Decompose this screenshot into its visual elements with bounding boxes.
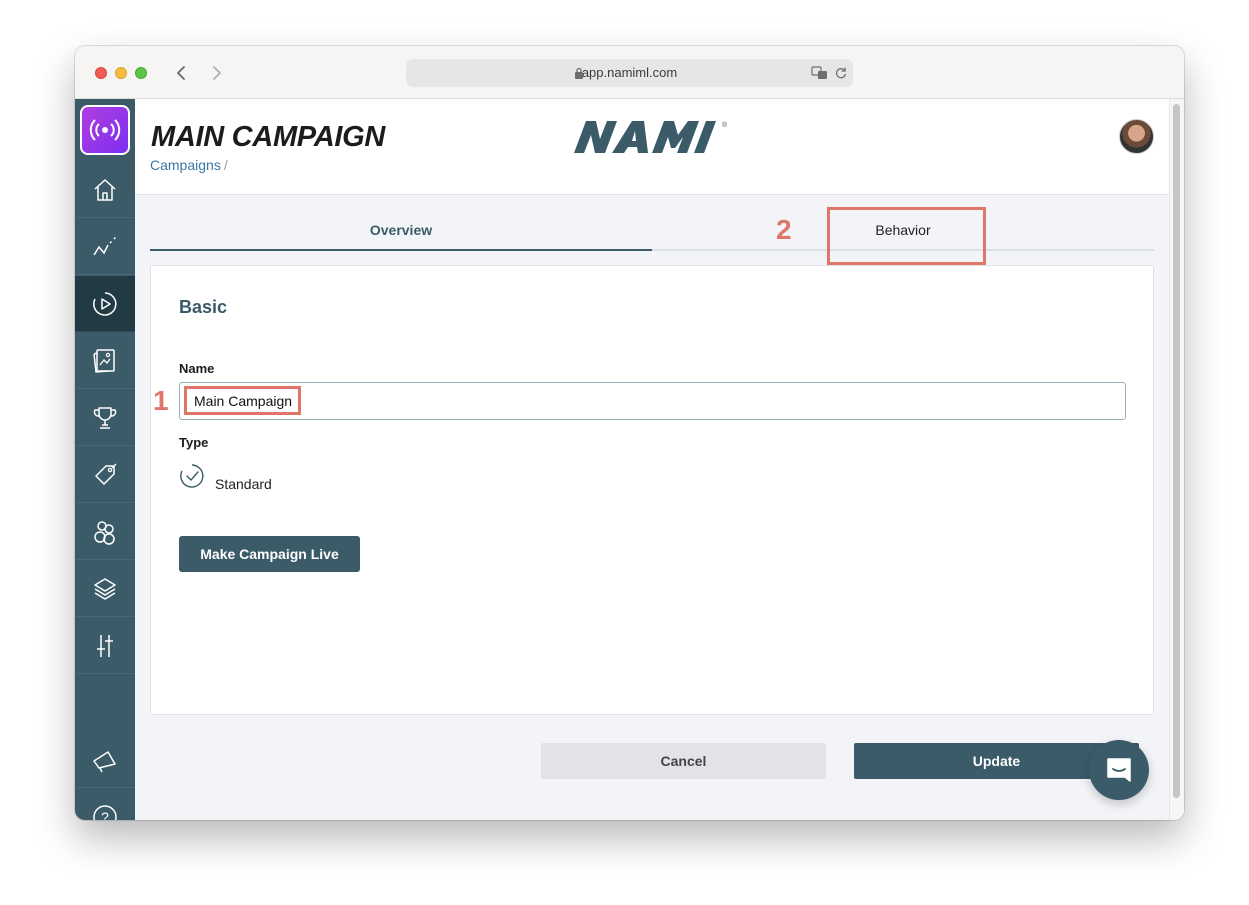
sidebar-item-products[interactable] [75,447,135,503]
sidebar-nav: ? [75,99,135,820]
campaigns-icon [93,291,117,316]
page-title: MAIN CAMPAIGN [151,121,385,153]
close-window-button[interactable] [95,67,107,79]
minimize-window-button[interactable] [115,67,127,79]
callout-box-behavior-tab [827,207,986,265]
trophy-icon [93,406,117,429]
layers-icon [94,577,116,600]
sidebar-item-campaigns[interactable] [75,276,135,332]
breadcrumb: Campaigns / [150,157,228,173]
help-icon: ? [93,805,117,820]
callout-number-2: 2 [776,214,792,245]
breadcrumb-separator: / [223,157,228,173]
chat-icon [1107,758,1131,782]
type-value: Standard [215,476,272,492]
users-icon [94,520,115,545]
chat-launcher-button[interactable] [1089,740,1149,800]
sidebar-item-help[interactable]: ? [75,789,135,820]
sidebar-item-paywalls[interactable] [75,333,135,389]
reload-icon[interactable] [834,66,848,80]
svg-text:®: ® [722,121,728,129]
address-bar[interactable]: app.namiml.com [406,59,853,87]
sidebar-item-users[interactable] [75,504,135,560]
sidebar-item-layers[interactable] [75,561,135,617]
sidebar-item-analytics[interactable] [75,219,135,275]
user-avatar[interactable] [1119,119,1154,154]
settings-sliders-icon [97,634,113,657]
callout-box-name-field [184,386,301,415]
tag-icon [95,463,117,485]
scrollbar-thumb[interactable] [1173,104,1180,798]
back-arrow-icon[interactable] [171,62,193,84]
browser-window: app.namiml.com ? MAIN CAMPAIGN Campaigns… [75,46,1184,820]
sidebar-item-announcements[interactable] [75,732,135,788]
campaign-name-input[interactable] [179,382,1126,420]
sidebar-item-settings[interactable] [75,618,135,674]
paywalls-icon [93,348,115,373]
name-label: Name [179,361,215,376]
page-header: MAIN CAMPAIGN Campaigns / ® [135,99,1169,195]
sidebar-item-home[interactable] [75,162,135,218]
sidebar-item-achievements[interactable] [75,390,135,446]
forward-arrow-icon[interactable] [205,62,227,84]
home-icon [94,178,116,201]
svg-text:?: ? [101,809,109,820]
tab-overview[interactable]: Overview [150,196,652,251]
nami-logo: ® [574,121,728,153]
translate-icon[interactable] [811,66,829,80]
type-label: Type [179,435,209,450]
lock-icon [575,67,583,79]
callout-number-1: 1 [153,385,169,416]
analytics-icon [93,235,117,255]
campaign-form-card: Basic Name Type Standard Make Campaign L… [150,265,1154,715]
checkmark-circle-icon [180,464,204,488]
maximize-window-button[interactable] [135,67,147,79]
section-title: Basic [179,297,228,317]
tab-bar: Overview Behavior [150,196,1154,251]
breadcrumb-link-campaigns[interactable]: Campaigns [150,157,221,173]
app-logo-icon[interactable] [80,105,130,155]
cancel-button[interactable]: Cancel [541,743,826,779]
browser-titlebar: app.namiml.com [75,46,1184,99]
make-campaign-live-button[interactable]: Make Campaign Live [179,536,360,572]
announcement-icon [93,750,116,772]
address-url: app.namiml.com [581,65,678,80]
